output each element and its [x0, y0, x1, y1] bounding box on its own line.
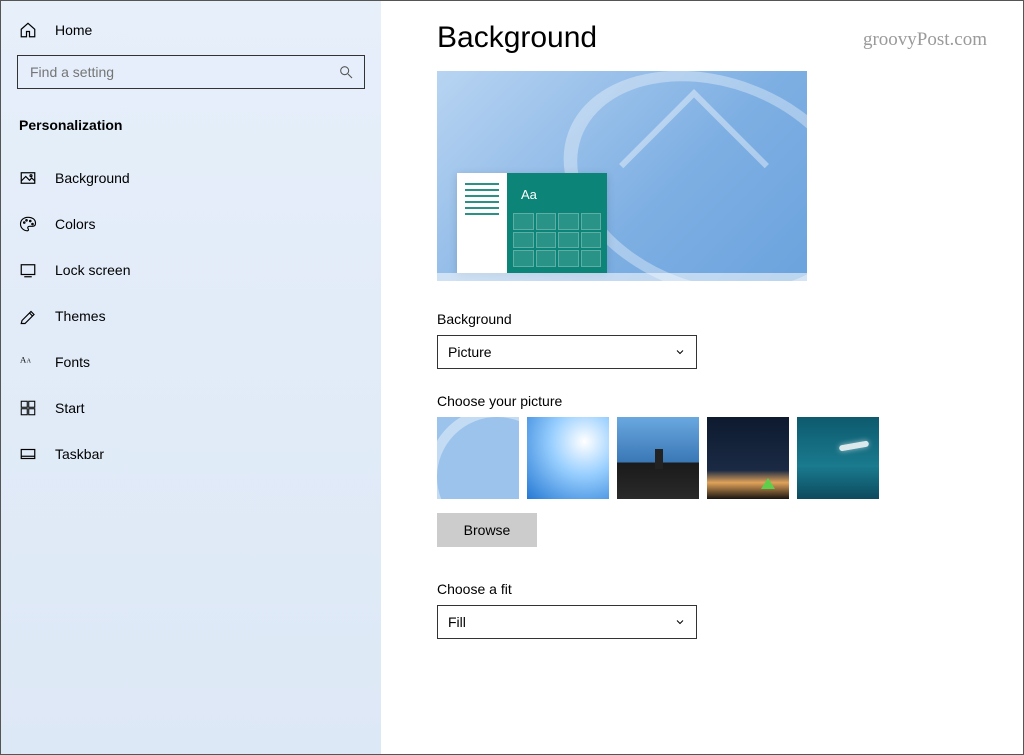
sidebar-item-fonts[interactable]: AA Fonts [13, 339, 369, 385]
background-dropdown-label: Background [437, 311, 967, 327]
sidebar-item-label: Fonts [55, 354, 90, 370]
sidebar: Home Personalization Background Colors [1, 1, 381, 754]
main-content: groovyPost.com Background Background Pic… [381, 1, 1023, 754]
home-link[interactable]: Home [13, 17, 369, 53]
sidebar-item-themes[interactable]: Themes [13, 293, 369, 339]
lock-screen-icon [19, 261, 37, 279]
taskbar-icon [19, 445, 37, 463]
sidebar-item-label: Colors [55, 216, 95, 232]
fit-dropdown-value: Fill [448, 614, 466, 630]
picture-thumb-4[interactable] [707, 417, 789, 499]
sidebar-item-taskbar[interactable]: Taskbar [13, 431, 369, 477]
sidebar-item-start[interactable]: Start [13, 385, 369, 431]
fit-label: Choose a fit [437, 581, 967, 597]
fonts-icon: AA [19, 353, 37, 371]
sidebar-item-label: Start [55, 400, 85, 416]
home-label: Home [55, 22, 92, 38]
picture-thumb-1[interactable] [437, 417, 519, 499]
picture-icon [19, 169, 37, 187]
sidebar-item-label: Taskbar [55, 446, 104, 462]
sidebar-item-label: Lock screen [55, 262, 130, 278]
picture-thumb-5[interactable] [797, 417, 879, 499]
category-label: Personalization [13, 107, 369, 155]
svg-text:A: A [20, 354, 27, 364]
sidebar-item-lock-screen[interactable]: Lock screen [13, 247, 369, 293]
watermark: groovyPost.com [863, 29, 987, 51]
browse-button[interactable]: Browse [437, 513, 537, 547]
picture-thumbnails [437, 417, 967, 499]
search-input-wrapper[interactable] [17, 55, 365, 89]
search-input[interactable] [30, 64, 338, 80]
search-icon [338, 64, 354, 80]
palette-icon [19, 215, 37, 233]
fit-dropdown[interactable]: Fill [437, 605, 697, 639]
sidebar-item-label: Background [55, 170, 130, 186]
sidebar-item-background[interactable]: Background [13, 155, 369, 201]
background-preview [437, 71, 807, 281]
chevron-down-icon [674, 346, 686, 358]
themes-icon [19, 307, 37, 325]
background-dropdown-value: Picture [448, 344, 492, 360]
sidebar-item-colors[interactable]: Colors [13, 201, 369, 247]
picture-thumb-3[interactable] [617, 417, 699, 499]
chevron-down-icon [674, 616, 686, 628]
picture-thumb-2[interactable] [527, 417, 609, 499]
home-icon [19, 21, 37, 39]
start-icon [19, 399, 37, 417]
choose-picture-label: Choose your picture [437, 393, 967, 409]
sidebar-item-label: Themes [55, 308, 106, 324]
background-dropdown[interactable]: Picture [437, 335, 697, 369]
svg-text:A: A [27, 358, 32, 364]
